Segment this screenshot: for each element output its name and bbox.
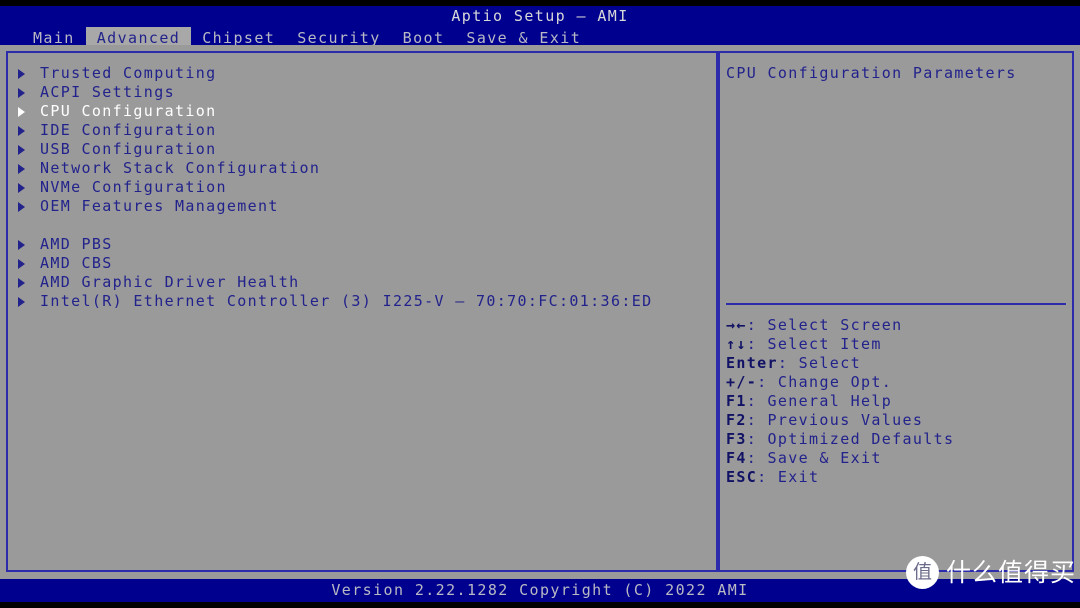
legend-action: : Exit [757, 468, 819, 486]
menu-item-label: IDE Configuration [40, 121, 216, 140]
legend-key: Enter [726, 354, 778, 372]
submenu-arrow-icon [18, 297, 25, 307]
legend-key: +/- [726, 373, 757, 391]
menu-item[interactable]: Intel(R) Ethernet Controller (3) I225-V … [12, 292, 712, 311]
legend-row: ESC: Exit [726, 468, 1070, 487]
menu-spacer [12, 216, 712, 235]
menu-item-label: AMD PBS [40, 235, 113, 254]
legend-action: : Previous Values [747, 411, 923, 429]
menu-item[interactable]: AMD Graphic Driver Health [12, 273, 712, 292]
menu-item[interactable]: ACPI Settings [12, 83, 712, 102]
legend-row: F1: General Help [726, 392, 1070, 411]
legend-row: F3: Optimized Defaults [726, 430, 1070, 449]
legend-row: F4: Save & Exit [726, 449, 1070, 468]
watermark: 值 什么值得买 [906, 556, 1076, 589]
key-legend: →←: Select Screen↑↓: Select ItemEnter: S… [726, 316, 1070, 487]
menu-item[interactable]: AMD CBS [12, 254, 712, 273]
help-panel: CPU Configuration Parameters →←: Select … [718, 51, 1074, 572]
help-separator [726, 303, 1066, 305]
menu-item[interactable]: Trusted Computing [12, 64, 712, 83]
menu-item-label: NVMe Configuration [40, 178, 227, 197]
help-description: CPU Configuration Parameters [726, 64, 1070, 83]
menu-item-label: AMD CBS [40, 254, 113, 273]
legend-key: F1 [726, 392, 747, 410]
menu-list: Trusted ComputingACPI SettingsCPU Config… [12, 64, 712, 311]
submenu-arrow-icon [18, 164, 25, 174]
legend-row: ↑↓: Select Item [726, 335, 1070, 354]
submenu-arrow-icon [18, 259, 25, 269]
menu-item[interactable]: NVMe Configuration [12, 178, 712, 197]
legend-row: F2: Previous Values [726, 411, 1070, 430]
menu-item-label: AMD Graphic Driver Health [40, 273, 300, 292]
bios-setup-screen: Aptio Setup – AMI MainAdvancedChipsetSec… [0, 0, 1080, 608]
watermark-text: 什么值得买 [946, 556, 1076, 589]
advanced-menu-panel: Trusted ComputingACPI SettingsCPU Config… [6, 51, 718, 572]
legend-action: : Select Screen [747, 316, 903, 334]
legend-key: ↑↓ [726, 335, 747, 353]
menu-item[interactable]: CPU Configuration [12, 102, 712, 121]
submenu-arrow-icon [18, 145, 25, 155]
submenu-arrow-icon [18, 126, 25, 136]
menu-item-label: CPU Configuration [40, 102, 216, 121]
submenu-arrow-icon [18, 183, 25, 193]
submenu-arrow-icon [18, 202, 25, 212]
header-bar: Aptio Setup – AMI MainAdvancedChipsetSec… [0, 6, 1080, 45]
menu-item[interactable]: AMD PBS [12, 235, 712, 254]
legend-action: : General Help [747, 392, 892, 410]
menu-item-label: ACPI Settings [40, 83, 175, 102]
legend-key: F3 [726, 430, 747, 448]
submenu-arrow-icon [18, 69, 25, 79]
legend-key: →← [726, 316, 747, 334]
menu-item-label: OEM Features Management [40, 197, 279, 216]
legend-row: +/-: Change Opt. [726, 373, 1070, 392]
menu-item[interactable]: USB Configuration [12, 140, 712, 159]
submenu-arrow-icon [18, 88, 25, 98]
legend-action: : Optimized Defaults [747, 430, 955, 448]
legend-row: Enter: Select [726, 354, 1070, 373]
app-title: Aptio Setup – AMI [0, 7, 1080, 26]
submenu-arrow-icon [18, 278, 25, 288]
legend-action: : Change Opt. [757, 373, 892, 391]
menu-item-label: USB Configuration [40, 140, 216, 159]
legend-action: : Save & Exit [747, 449, 882, 467]
menu-item[interactable]: Network Stack Configuration [12, 159, 712, 178]
menu-item-label: Trusted Computing [40, 64, 216, 83]
legend-key: ESC [726, 468, 757, 486]
menu-item[interactable]: OEM Features Management [12, 197, 712, 216]
bottom-black-bar [0, 602, 1080, 608]
legend-key: F2 [726, 411, 747, 429]
submenu-arrow-icon [18, 107, 25, 117]
legend-action: : Select Item [747, 335, 882, 353]
submenu-arrow-icon [18, 240, 25, 250]
legend-action: : Select [778, 354, 861, 372]
watermark-logo-icon: 值 [906, 556, 939, 589]
legend-row: →←: Select Screen [726, 316, 1070, 335]
menu-item-label: Intel(R) Ethernet Controller (3) I225-V … [40, 292, 652, 311]
menu-item-label: Network Stack Configuration [40, 159, 320, 178]
menu-item[interactable]: IDE Configuration [12, 121, 712, 140]
legend-key: F4 [726, 449, 747, 467]
